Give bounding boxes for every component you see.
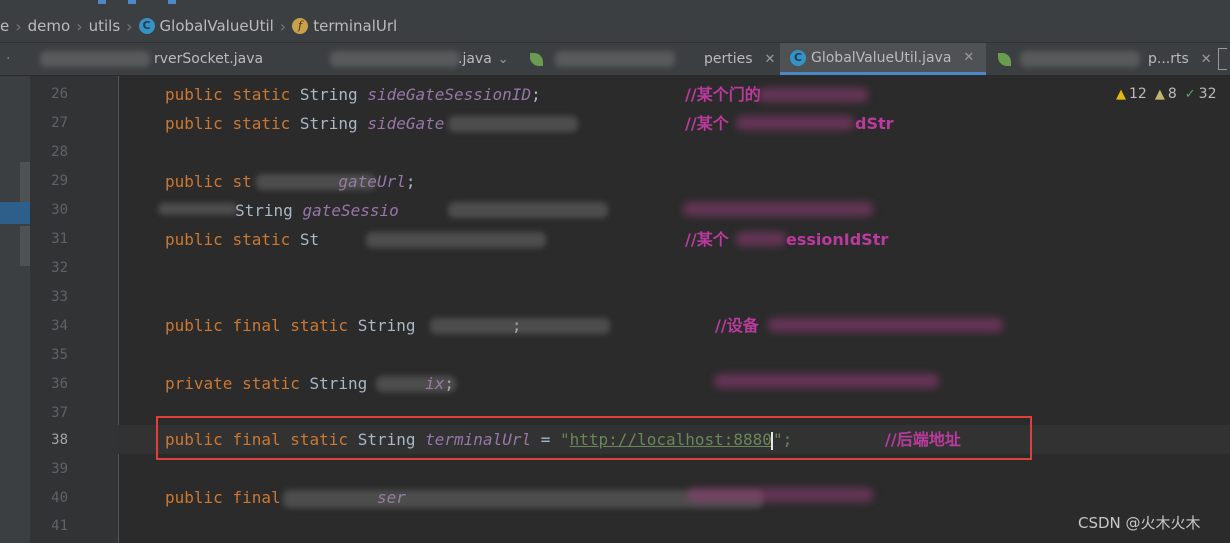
tab-overflow-icon[interactable] (1218, 43, 1227, 75)
tab-ports[interactable]: p...rts ✕ (1148, 43, 1212, 75)
redacted-area (366, 232, 546, 248)
code-line: private static String ix; (165, 374, 455, 393)
line-number: 34 (51, 318, 68, 334)
breadcrumb-item-utils[interactable]: utils (89, 17, 121, 35)
breadcrumb-item[interactable]: e (0, 17, 9, 35)
toolbar-strip (0, 0, 1230, 10)
line-number: 32 (51, 260, 68, 276)
field-icon: f (292, 18, 309, 34)
redacted-area (758, 88, 868, 102)
spring-leaf-icon (530, 52, 543, 66)
highlight-box (156, 416, 1032, 460)
toolbar-icon[interactable] (168, 0, 176, 4)
editor-tab-bar: · rverSocket.java .java ⌄ perties ✕ C Gl… (0, 43, 1230, 76)
tool-window-strip (0, 76, 30, 543)
line-number: 39 (51, 461, 68, 477)
redacted-area (256, 174, 376, 190)
breadcrumb-item-field[interactable]: f terminalUrl (292, 17, 397, 35)
code-comment: //某个 (685, 230, 729, 249)
redacted-area (683, 202, 873, 216)
code-comment: //设备 (715, 316, 759, 335)
close-icon[interactable]: ✕ (1201, 52, 1212, 67)
tab-spring-file[interactable] (530, 43, 549, 75)
line-number: 29 (51, 173, 68, 189)
line-number: 41 (51, 518, 68, 534)
spring-leaf-icon (998, 52, 1011, 66)
redacted-area (430, 318, 610, 334)
tab-server-socket[interactable]: rverSocket.java (154, 43, 263, 75)
redacted-area (376, 376, 456, 392)
redacted-area (448, 202, 608, 218)
typo-count: 32 (1198, 86, 1217, 102)
line-number: 37 (51, 405, 68, 421)
redacted-area (768, 318, 1003, 332)
code-line: String gateSessio (235, 201, 399, 220)
redacted-area (736, 116, 854, 130)
chevron-down-icon[interactable]: ⌄ (498, 52, 509, 67)
line-number-gutter: 26 27 28 29 30 31 32 33 34 35 36 37 38 3… (30, 76, 119, 543)
redacted-area (736, 232, 786, 246)
tab-spring-properties[interactable] (998, 43, 1017, 75)
line-number: 35 (51, 347, 68, 363)
line-number: 28 (51, 144, 68, 160)
tab-java-file[interactable]: .java ⌄ (458, 43, 509, 75)
code-editor[interactable]: public static String sideGateSessionID; … (118, 76, 1230, 543)
redacted-area (714, 374, 939, 388)
warning-icon: ▲ (1116, 86, 1126, 102)
typo-check-icon: ✓ (1184, 86, 1196, 102)
line-number: 36 (51, 376, 68, 392)
breadcrumb-item-demo[interactable]: demo (28, 17, 71, 35)
close-icon[interactable]: ✕ (765, 52, 776, 67)
code-comment: dStr (855, 114, 894, 133)
code-line: public static St //某个 essionIdStr (118, 225, 1230, 254)
inspection-widget[interactable]: ▲ 12 ▲ 8 ✓ 32 (1116, 84, 1216, 104)
line-number: 26 (51, 86, 68, 102)
chevron-right-icon: › (76, 16, 83, 36)
selected-marker (0, 202, 30, 224)
weak-warning-icon: ▲ (1154, 86, 1165, 102)
weak-warning-count: 8 (1167, 86, 1177, 102)
chevron-right-icon: › (126, 16, 133, 36)
toolbar-icon[interactable] (128, 0, 136, 4)
code-line: public static String sideGateSessionID; … (118, 80, 1230, 109)
tab-global-value-util[interactable]: C GlobalValueUtil.java ✕ (780, 43, 986, 75)
line-number: 30 (51, 202, 68, 218)
dot-icon: · (6, 51, 11, 67)
code-comment: //某个 (685, 114, 729, 133)
warning-count: 12 (1129, 86, 1147, 102)
chevron-right-icon: › (279, 16, 287, 36)
redacted-area (448, 116, 578, 132)
breadcrumb: e › demo › utils › C GlobalValueUtil › f… (0, 10, 1230, 43)
watermark: CSDN @火木火木 (1078, 514, 1201, 532)
close-icon[interactable]: ✕ (963, 50, 974, 65)
redacted-area (40, 51, 150, 67)
code-line: public static String sideGate //某个 dStr (118, 109, 1230, 138)
breadcrumb-item-class[interactable]: C GlobalValueUtil (138, 17, 274, 35)
code-comment: essionIdStr (786, 230, 889, 249)
redacted-area (688, 488, 873, 502)
line-number: 31 (51, 231, 68, 247)
class-icon: C (790, 49, 806, 66)
code-comment: //某个门的 (685, 85, 761, 104)
line-number: 33 (51, 289, 68, 305)
chevron-right-icon: › (15, 16, 22, 36)
redacted-area (330, 51, 460, 67)
redacted-area (555, 51, 675, 67)
toolbar-icon[interactable] (98, 0, 106, 4)
redacted-area (158, 203, 238, 215)
line-number: 40 (51, 490, 68, 506)
redacted-area (1020, 51, 1140, 67)
line-number-current: 38 (51, 432, 68, 448)
code-line: public final static String ; //设备 (118, 311, 1230, 340)
tab-properties[interactable]: perties ✕ (704, 43, 775, 75)
line-number: 27 (51, 115, 68, 131)
class-icon: C (138, 18, 155, 34)
